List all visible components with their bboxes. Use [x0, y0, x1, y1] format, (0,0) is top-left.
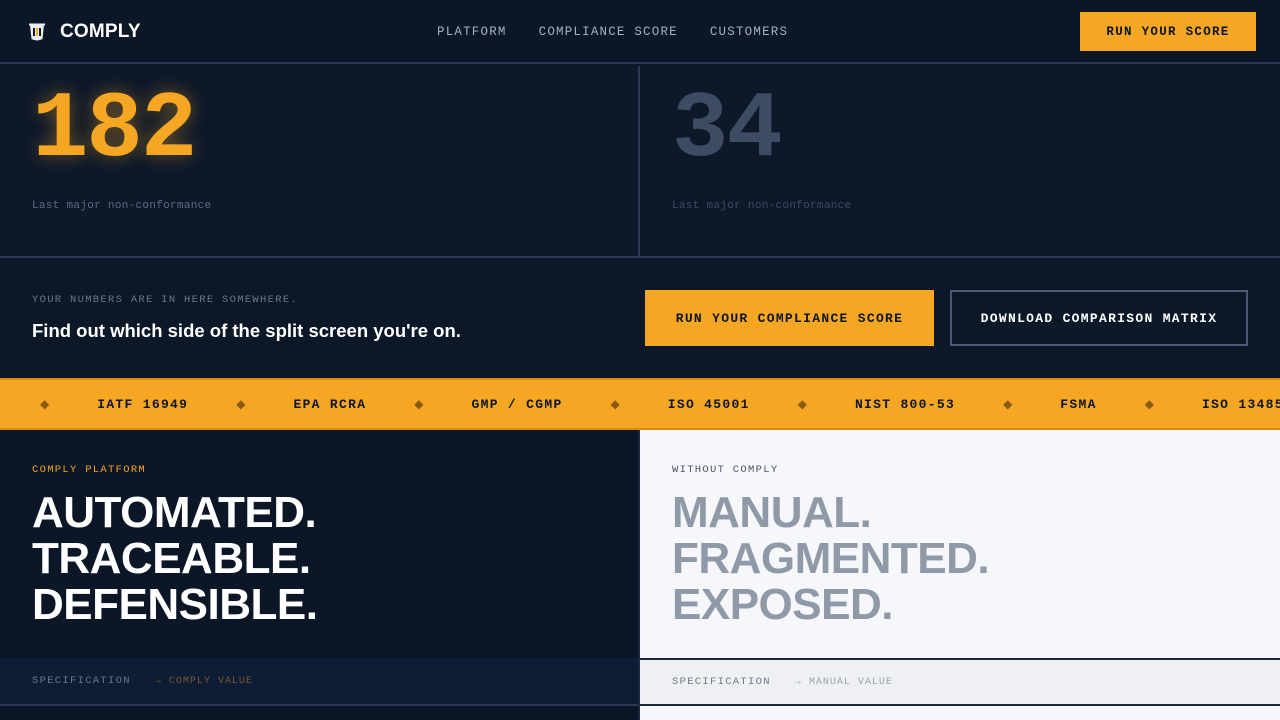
spec-key: SPECIFICATION [32, 675, 131, 687]
logo-text: COMPLY [60, 21, 141, 42]
run-compliance-score-button[interactable]: RUN YOUR COMPLIANCE SCORE [645, 290, 934, 346]
stats-section: 182 Last major non-conformance 34 Last m… [0, 66, 1280, 256]
ticker-item: GMP / CGMP [471, 396, 563, 412]
main-nav: PLATFORM COMPLIANCE SCORE CUSTOMERS [437, 24, 788, 40]
without-headline: MANUAL. FRAGMENTED. EXPOSED. [672, 488, 990, 629]
without-headline-line: FRAGMENTED. [672, 534, 990, 583]
top-nav-bar: COMPLY PLATFORM COMPLIANCE SCORE CUSTOME… [0, 0, 1280, 64]
diamond-icon: ◆ [40, 397, 50, 411]
diamond-icon: ◆ [1144, 397, 1154, 411]
spec-key: SPECIFICATION [672, 676, 771, 688]
standards-ticker: ◆ IATF 16949 ◆ EPA RCRA ◆ GMP / CGMP ◆ I… [0, 378, 1280, 430]
download-comparison-matrix-button[interactable]: DOWNLOAD COMPARISON MATRIX [950, 290, 1248, 346]
stat-value-manual: 34 [672, 78, 783, 184]
shield-bucket-icon [29, 23, 45, 41]
stat-label-comply: Last major non-conformance [32, 200, 212, 212]
diamond-icon: ◆ [610, 397, 620, 411]
comply-headline-line: AUTOMATED. [32, 488, 317, 537]
ticker-track: ◆ IATF 16949 ◆ EPA RCRA ◆ GMP / CGMP ◆ I… [40, 380, 1280, 428]
ticker-item: IATF 16949 [97, 396, 189, 412]
nav-platform[interactable]: PLATFORM [437, 24, 507, 40]
nav-customers[interactable]: CUSTOMERS [710, 24, 788, 40]
comply-eyebrow: COMPLY PLATFORM [32, 464, 147, 476]
diamond-icon: ◆ [414, 397, 424, 411]
run-your-score-button[interactable]: RUN YOUR SCORE [1080, 12, 1256, 51]
diamond-icon: ◆ [236, 397, 246, 411]
cta-band: YOUR NUMBERS ARE IN HERE SOMEWHERE. Find… [0, 256, 1280, 378]
cta-headline: Find out which side of the split screen … [32, 320, 461, 341]
ticker-item: EPA RCRA [293, 396, 367, 412]
ticker-item: ISO 13485 [1201, 396, 1280, 412]
stat-value-comply: 182 [32, 78, 197, 184]
without-headline-line: MANUAL. [672, 488, 872, 537]
without-spec-row: SPECIFICATION → MANUAL VALUE [640, 658, 1280, 706]
comply-headline-line: TRACEABLE. [32, 534, 311, 583]
stat-comply: 182 Last major non-conformance [0, 66, 638, 256]
comply-platform-panel: COMPLY PLATFORM AUTOMATED. TRACEABLE. DE… [0, 430, 638, 720]
comply-spec-row: SPECIFICATION → COMPLY VALUE [0, 658, 638, 706]
without-comply-panel: WITHOUT COMPLY MANUAL. FRAGMENTED. EXPOS… [640, 430, 1280, 720]
without-headline-line: EXPOSED. [672, 580, 893, 629]
ticker-item: NIST 800-53 [854, 396, 956, 412]
ticker-item: FSMA [1060, 396, 1097, 412]
nav-compliance-score[interactable]: COMPLIANCE SCORE [539, 24, 678, 40]
without-eyebrow: WITHOUT COMPLY [672, 464, 779, 476]
comply-headline: AUTOMATED. TRACEABLE. DEFENSIBLE. [32, 488, 318, 629]
spec-value: → MANUAL VALUE [794, 676, 893, 688]
diamond-icon: ◆ [797, 397, 807, 411]
logo-link[interactable]: COMPLY [28, 20, 141, 44]
stat-label-manual: Last major non-conformance [672, 200, 852, 212]
diamond-icon: ◆ [1003, 397, 1013, 411]
comply-headline-line: DEFENSIBLE. [32, 580, 318, 629]
ticker-item: ISO 45001 [667, 396, 750, 412]
spec-value: → COMPLY VALUE [154, 675, 253, 687]
cta-eyebrow: YOUR NUMBERS ARE IN HERE SOMEWHERE. [32, 294, 299, 306]
stat-manual: 34 Last major non-conformance [640, 66, 1278, 256]
